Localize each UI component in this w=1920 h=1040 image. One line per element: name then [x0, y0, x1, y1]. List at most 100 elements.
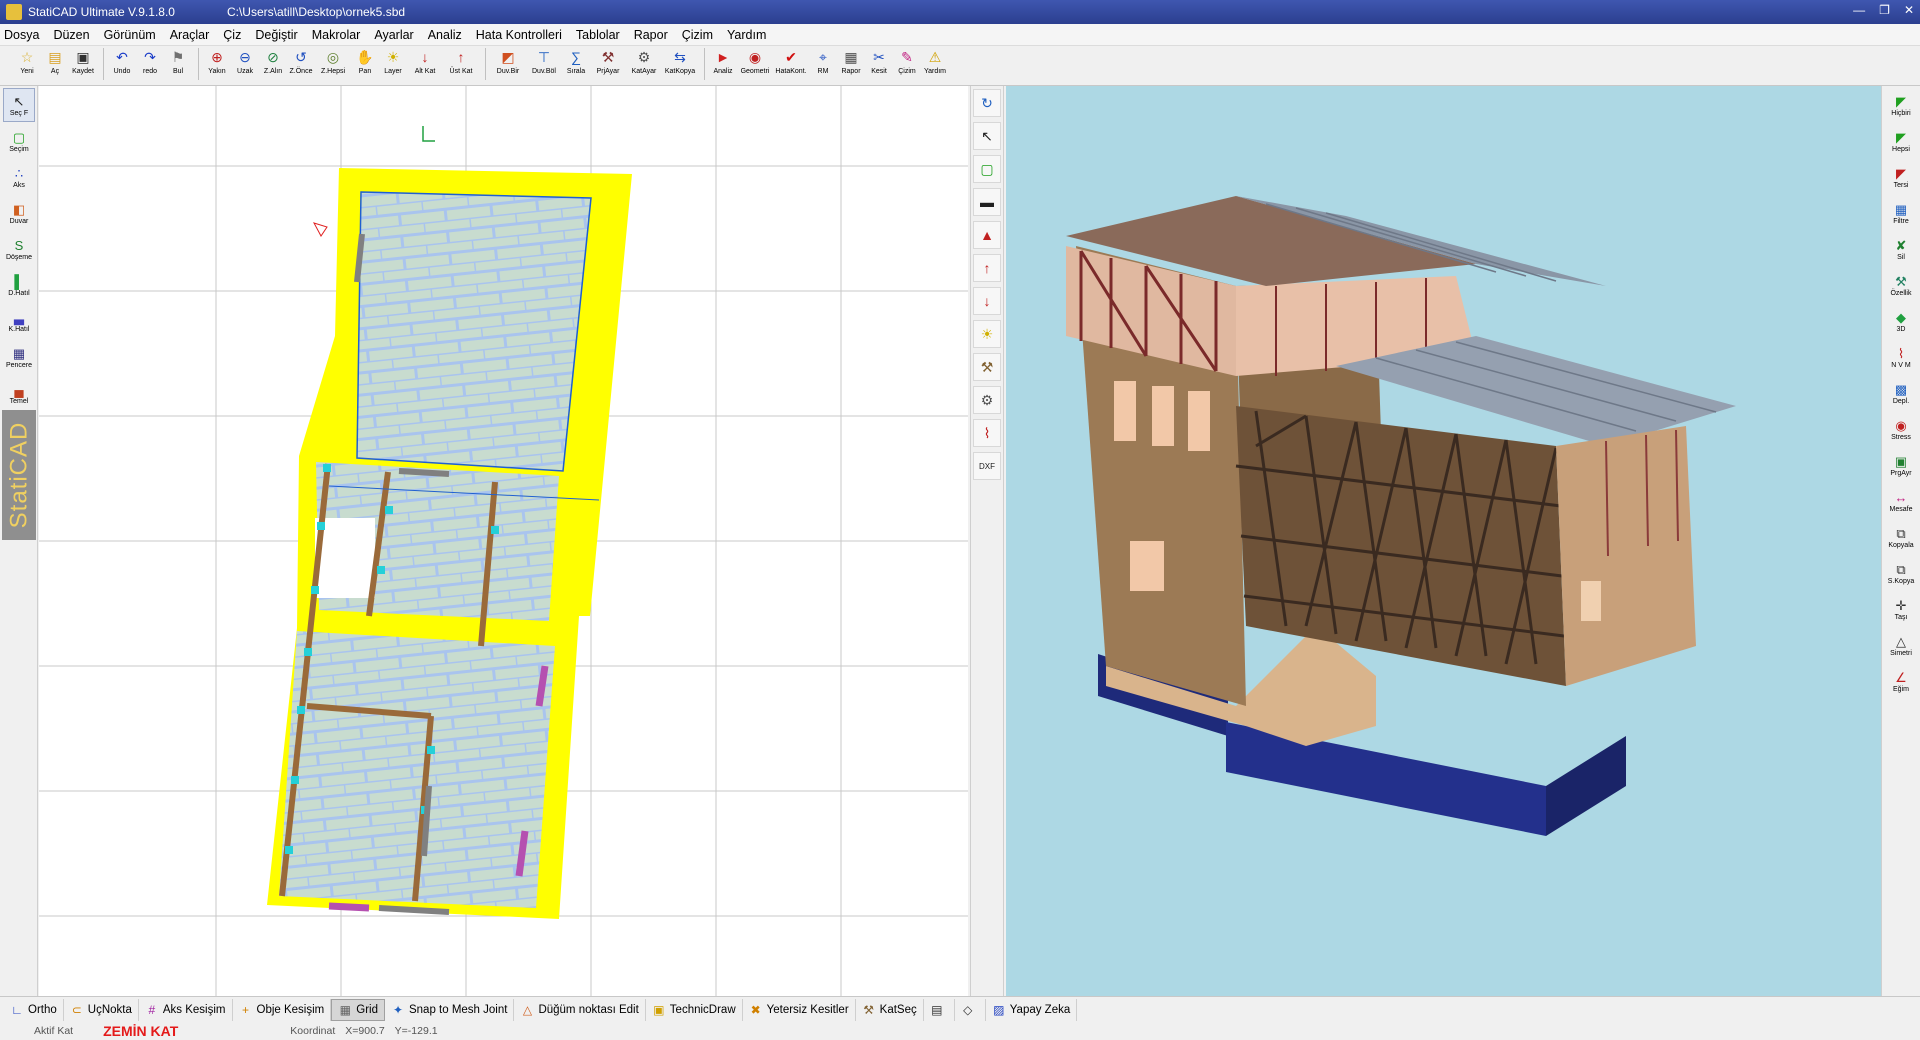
tool-hepsi[interactable]: ◤ Hepsi: [1885, 124, 1917, 158]
3d-canvas[interactable]: [1006, 86, 1881, 996]
toolbar-button-katkopya[interactable]: ⇆ KatKopya: [663, 48, 697, 82]
snap-toggle-katse[interactable]: ⚒ KatSeç: [856, 998, 924, 1021]
snap-toggle-aks-kesi-im[interactable]: # Aks Kesişim: [139, 998, 233, 1021]
tool-se-f[interactable]: ↖ Seç F: [3, 88, 35, 122]
tool-e-im[interactable]: ∠ Eğim: [1885, 664, 1917, 698]
snap-toggle-d-m-noktas-edit[interactable]: △ Düğüm noktası Edit: [514, 998, 646, 1021]
tool-simetri[interactable]: △ Simetri: [1885, 628, 1917, 662]
snap-toggle-yapay-zeka[interactable]: ▨ Yapay Zeka: [986, 998, 1078, 1021]
menu-item-analiz[interactable]: Analiz: [428, 28, 462, 42]
tool-pencere[interactable]: ▦ Pencere: [3, 340, 35, 374]
snap-toggle-snap-to-mesh-joint[interactable]: ✦ Snap to Mesh Joint: [385, 998, 515, 1021]
menu-item-dosya[interactable]: Dosya: [4, 28, 39, 42]
tool-s-kopya[interactable]: ⧉ S.Kopya: [1885, 556, 1917, 590]
light-icon[interactable]: ☀: [973, 320, 1001, 348]
toolbar-button-kesit[interactable]: ✂ Kesit: [866, 48, 892, 82]
menu-item-ara-lar[interactable]: Araçlar: [170, 28, 210, 42]
snap-toggle-u-nokta[interactable]: ⊂ UçNokta: [64, 998, 139, 1021]
menu-item-hata-kontrolleri[interactable]: Hata Kontrolleri: [476, 28, 562, 42]
toolbar-button-st-kat[interactable]: ↑ Üst Kat: [444, 48, 478, 82]
snap-toggle-ortho[interactable]: ∟ Ortho: [4, 998, 64, 1021]
snap-toggle-grid[interactable]: ▦ Grid: [331, 998, 385, 1021]
toolbar-button-alt-kat[interactable]: ↓ Alt Kat: [408, 48, 442, 82]
toolbar-button-undo[interactable]: ↶ Undo: [109, 48, 135, 82]
toolbar-button-a[interactable]: ▤ Aç: [42, 48, 68, 82]
toolbar-button-kaydet[interactable]: ▣ Kaydet: [70, 48, 96, 82]
menu-item-g-r-n-m[interactable]: Görünüm: [104, 28, 156, 42]
toolbar-button-duv-bir[interactable]: ◩ Duv.Bir: [491, 48, 525, 82]
toolbar-button-yak-n[interactable]: ⊕ Yakın: [204, 48, 230, 82]
toolbar-button-analiz[interactable]: ► Analiz: [710, 48, 736, 82]
floor-settings-icon[interactable]: ⚙: [973, 386, 1001, 414]
tool-k-hat-l[interactable]: ▃ K.Hatıl: [3, 304, 35, 338]
toolbar-button-pan[interactable]: ✋ Pan: [352, 48, 378, 82]
tool-hi-biri[interactable]: ◤ Hiçbiri: [1885, 88, 1917, 122]
toolbar-button-prjayar[interactable]: ⚒ PrjAyar: [591, 48, 625, 82]
project-settings-icon[interactable]: ⚒: [973, 353, 1001, 381]
menu-item-iz[interactable]: Çiz: [223, 28, 241, 42]
section-icon[interactable]: ⌇: [973, 419, 1001, 447]
menu-item-tablolar[interactable]: Tablolar: [576, 28, 620, 42]
menu-item-d-zen[interactable]: Düzen: [53, 28, 89, 42]
tool-filtre[interactable]: ▦ Filtre: [1885, 196, 1917, 230]
tool-ta[interactable]: ✛ Taşı: [1885, 592, 1917, 626]
snap-toggle-view-11[interactable]: ◇: [955, 998, 986, 1021]
maximize-button[interactable]: ❐: [1879, 3, 1890, 17]
tool-se-im[interactable]: ▢ Seçim: [3, 124, 35, 158]
toolbar-button-z-hepsi[interactable]: ◎ Z.Hepsi: [316, 48, 350, 82]
3d-view[interactable]: [1006, 86, 1881, 996]
toolbar-button-geometri[interactable]: ◉ Geometri: [738, 48, 772, 82]
menu-item-makrolar[interactable]: Makrolar: [312, 28, 361, 42]
snap-toggle-technicdraw[interactable]: ▣ TechnicDraw: [646, 998, 743, 1021]
tool-duvar[interactable]: ◧ Duvar: [3, 196, 35, 230]
tool-n-v-m[interactable]: ⌇ N V M: [1885, 340, 1917, 374]
tool-d-eme[interactable]: S Döşeme: [3, 232, 35, 266]
tool-3d[interactable]: ◆ 3D: [1885, 304, 1917, 338]
toolbar-button-yeni[interactable]: ☆ Yeni: [14, 48, 40, 82]
tool-aks[interactable]: ∴ Aks: [3, 160, 35, 194]
toolbar-button-duv-b-l[interactable]: ⊤ Duv.Böl: [527, 48, 561, 82]
toolbar-button-layer[interactable]: ☀ Layer: [380, 48, 406, 82]
toolbar-button-rapor[interactable]: ▦ Rapor: [838, 48, 864, 82]
tool-depl[interactable]: ▩ Depl.: [1885, 376, 1917, 410]
toolbar-button-katayar[interactable]: ⚙ KatAyar: [627, 48, 661, 82]
tool-zellik[interactable]: ⚒ Özellik: [1885, 268, 1917, 302]
menu-item-izim[interactable]: Çizim: [682, 28, 713, 42]
refresh-icon[interactable]: ↻: [973, 89, 1001, 117]
menu-item-rapor[interactable]: Rapor: [634, 28, 668, 42]
tool-tersi[interactable]: ◤ Tersi: [1885, 160, 1917, 194]
tool-sil[interactable]: ✘ Sil: [1885, 232, 1917, 266]
select-icon[interactable]: ↖: [973, 122, 1001, 150]
minimize-button[interactable]: —: [1853, 3, 1865, 17]
tool-prgayr[interactable]: ▣ PrgAyr: [1885, 448, 1917, 482]
tool-d-hat-l[interactable]: ▌ D.Hatıl: [3, 268, 35, 302]
toolbar-button-bul[interactable]: ⚑ Bul: [165, 48, 191, 82]
plan-canvas[interactable]: [39, 86, 968, 996]
toolbar-button-rm[interactable]: ⌖ RM: [810, 48, 836, 82]
window-select-icon[interactable]: ▢: [973, 155, 1001, 183]
toolbar-button-hatakont[interactable]: ✔ HataKont.: [774, 48, 808, 82]
toolbar-button-redo[interactable]: ↷ redo: [137, 48, 163, 82]
menu-item-ayarlar[interactable]: Ayarlar: [374, 28, 413, 42]
arrow-down-icon[interactable]: ↓: [973, 287, 1001, 315]
toolbar-button-z-nce[interactable]: ↺ Z.Önce: [288, 48, 314, 82]
toolbar-button-z-al-n[interactable]: ⊘ Z.Alın: [260, 48, 286, 82]
slab-icon[interactable]: ▬: [973, 188, 1001, 216]
menu-item-de-i-tir[interactable]: Değiştir: [255, 28, 297, 42]
tool-mesafe[interactable]: ↔ Mesafe: [1885, 484, 1917, 518]
toolbar-button-uzak[interactable]: ⊖ Uzak: [232, 48, 258, 82]
plan-view[interactable]: [39, 86, 968, 996]
snap-toggle-yetersiz-kesitler[interactable]: ✖ Yetersiz Kesitler: [743, 998, 856, 1021]
tool-stress[interactable]: ◉ Stress: [1885, 412, 1917, 446]
snap-toggle-obje-kesi-im[interactable]: + Obje Kesişim: [233, 998, 332, 1021]
up-icon[interactable]: ▲: [973, 221, 1001, 249]
menu-item-yard-m[interactable]: Yardım: [727, 28, 766, 42]
toolbar-button-s-rala[interactable]: ∑ Sırala: [563, 48, 589, 82]
arrow-up-icon[interactable]: ↑: [973, 254, 1001, 282]
dxf-icon[interactable]: DXF: [973, 452, 1001, 480]
toolbar-button-izim[interactable]: ✎ Çizim: [894, 48, 920, 82]
toolbar-button-yard-m[interactable]: ⚠ Yardım: [922, 48, 948, 82]
close-button[interactable]: ✕: [1904, 3, 1914, 17]
tool-temel[interactable]: ▄ Temel: [3, 376, 35, 410]
tool-kopyala[interactable]: ⧉ Kopyala: [1885, 520, 1917, 554]
